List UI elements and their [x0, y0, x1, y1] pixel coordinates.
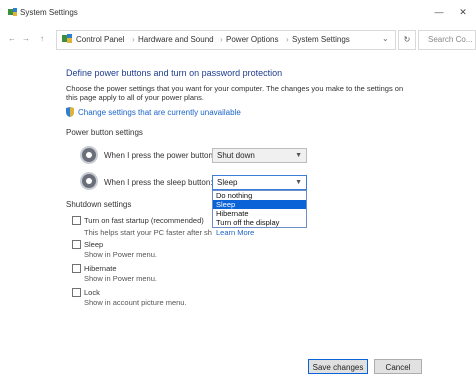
cancel-button[interactable]: Cancel — [374, 359, 422, 374]
chevron-down-icon: ▼ — [295, 179, 302, 186]
back-button[interactable]: ← — [6, 34, 18, 43]
power-button-select[interactable]: Shut down ▼ — [212, 148, 307, 163]
window-title: System Settings — [20, 8, 78, 17]
dropdown-option-selected[interactable]: Sleep — [213, 200, 306, 209]
dropdown-option[interactable]: Hibernate — [213, 209, 306, 218]
search-placeholder: Search Co... — [428, 35, 473, 44]
sleep-option-title: Sleep — [84, 240, 104, 249]
dropdown-option[interactable]: Turn off the display — [213, 218, 306, 227]
refresh-button[interactable]: ↻ — [398, 30, 416, 50]
fast-startup-description: This helps start your PC faster after sh… — [84, 228, 212, 237]
lock-option-description: Show in account picture menu. — [84, 298, 187, 307]
fast-startup-title: Turn on fast startup (recommended) — [84, 216, 204, 225]
section-power-buttons: Power button settings — [66, 128, 143, 137]
control-panel-icon — [8, 8, 17, 16]
change-settings-link[interactable]: Change settings that are currently unava… — [78, 108, 241, 117]
hibernate-option-title: Hibernate — [84, 264, 117, 273]
power-button-label: When I press the power button: — [104, 151, 216, 160]
sleep-button-icon — [80, 172, 98, 190]
forward-button[interactable]: → — [20, 34, 32, 43]
power-button-value: Shut down — [217, 151, 255, 160]
fast-startup-checkbox[interactable] — [72, 216, 81, 225]
chevron-down-icon: ▼ — [295, 152, 302, 159]
lock-option-title: Lock — [84, 288, 100, 297]
page-description: Choose the power settings that you want … — [66, 84, 404, 102]
breadcrumb-control-panel[interactable]: Control Panel — [76, 35, 124, 44]
chevron-down-icon[interactable]: ⌄ — [382, 34, 389, 43]
sleep-button-dropdown: Do nothing Sleep Hibernate Turn off the … — [212, 190, 307, 228]
close-button[interactable]: ✕ — [452, 4, 474, 20]
breadcrumb-system-settings[interactable]: System Settings — [292, 35, 350, 44]
breadcrumb-power-options[interactable]: Power Options — [226, 35, 278, 44]
sleep-option-description: Show in Power menu. — [84, 250, 157, 259]
up-button[interactable]: ↑ — [36, 34, 48, 43]
page-title: Define power buttons and turn on passwor… — [66, 68, 283, 78]
hibernate-option-description: Show in Power menu. — [84, 274, 157, 283]
save-changes-button[interactable]: Save changes — [308, 359, 368, 374]
sleep-button-select[interactable]: Sleep ▼ — [212, 175, 307, 190]
hibernate-checkbox[interactable] — [72, 264, 81, 273]
shield-icon — [66, 107, 74, 117]
sleep-button-label: When I press the sleep button: — [104, 178, 213, 187]
learn-more-link[interactable]: Learn More — [216, 228, 254, 237]
sleep-button-value: Sleep — [217, 178, 238, 187]
control-panel-icon — [62, 34, 72, 43]
minimize-button[interactable]: — — [428, 4, 450, 20]
sleep-checkbox[interactable] — [72, 240, 81, 249]
power-button-icon — [80, 146, 98, 164]
breadcrumb-hardware-and-sound[interactable]: Hardware and Sound — [138, 35, 214, 44]
section-shutdown-settings: Shutdown settings — [66, 200, 132, 209]
lock-checkbox[interactable] — [72, 288, 81, 297]
dropdown-option[interactable]: Do nothing — [213, 191, 306, 200]
